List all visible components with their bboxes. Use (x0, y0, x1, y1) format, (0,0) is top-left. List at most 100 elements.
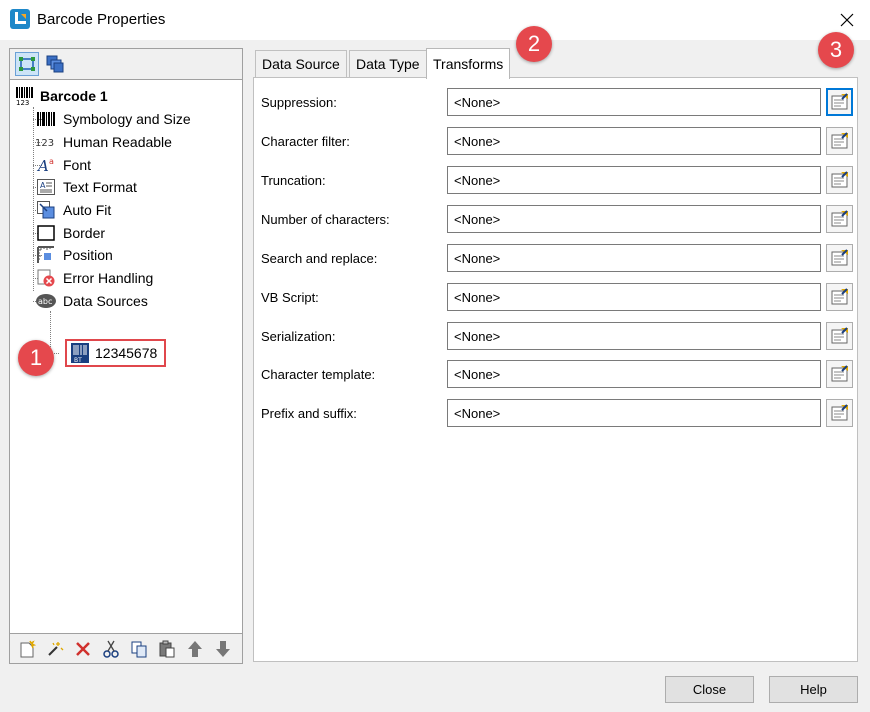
transform-row-vb-script: VB Script: <None> (254, 283, 857, 313)
tree-connector (33, 107, 34, 291)
scissors-icon (103, 640, 119, 658)
serialization-field[interactable]: <None> (447, 322, 821, 350)
tree-edit-toolbar (10, 633, 242, 663)
edit-properties-icon (831, 288, 848, 305)
edit-properties-icon (831, 365, 848, 382)
svg-text:123: 123 (16, 99, 29, 106)
tree-view-icon (19, 57, 35, 71)
cut-button[interactable] (100, 638, 122, 660)
border-icon (35, 224, 57, 242)
copy-icon (131, 641, 147, 658)
tree-item-symbology-and-size[interactable]: Symbology and Size (35, 108, 191, 130)
app-logo-icon (10, 9, 30, 29)
character-filter-label: Character filter: (261, 134, 350, 149)
character-template-label: Character template: (261, 367, 376, 382)
tree-view-button[interactable] (15, 52, 39, 76)
svg-text:BT: BT (74, 357, 82, 363)
font-icon: Aa (35, 156, 57, 174)
tree-item-text-format[interactable]: A Text Format (35, 176, 137, 198)
move-up-button[interactable] (184, 638, 206, 660)
suppression-edit-button[interactable] (826, 88, 853, 116)
error-handling-icon (35, 269, 57, 287)
serialization-label: Serialization: (261, 329, 336, 344)
character-template-field[interactable]: <None> (447, 360, 821, 388)
search-and-replace-field[interactable]: <None> (447, 244, 821, 272)
help-button[interactable]: Help (769, 676, 858, 703)
window-title: Barcode Properties (37, 11, 166, 28)
copy-button[interactable] (128, 638, 150, 660)
vb-script-edit-button[interactable] (826, 283, 853, 311)
prefix-and-suffix-field[interactable]: <None> (447, 399, 821, 427)
callout-badge-2: 2 (516, 26, 552, 62)
data-sources-icon: abc (35, 292, 57, 310)
suppression-field[interactable]: <None> (447, 88, 821, 116)
auto-fit-icon (35, 201, 57, 219)
tab-data-type[interactable]: Data Type (349, 50, 427, 77)
suppression-label: Suppression: (261, 95, 337, 110)
transforms-panel: Suppression: <None> Character filter: <N… (253, 77, 858, 662)
human-readable-123-icon: 123 (35, 133, 57, 151)
tree-item-font[interactable]: Aa Font (35, 154, 91, 176)
layers-icon (46, 55, 64, 73)
character-filter-field[interactable]: <None> (447, 127, 821, 155)
edit-properties-icon (831, 210, 848, 227)
barcode-123-icon: 123 (16, 87, 33, 106)
transform-row-prefix-and-suffix: Prefix and suffix: <None> (254, 399, 857, 429)
truncation-field[interactable]: <None> (447, 166, 821, 194)
serialization-edit-button[interactable] (826, 322, 853, 350)
edit-properties-icon (831, 171, 848, 188)
transform-row-number-of-characters: Number of characters: <None> (254, 205, 857, 235)
transform-row-truncation: Truncation: <None> (254, 166, 857, 196)
transform-row-character-filter: Character filter: <None> (254, 127, 857, 157)
magic-wand-icon (48, 642, 64, 656)
svg-text:a: a (49, 157, 54, 166)
prefix-and-suffix-label: Prefix and suffix: (261, 406, 357, 421)
truncation-edit-button[interactable] (826, 166, 853, 194)
svg-text:123: 123 (35, 138, 54, 149)
layers-view-button[interactable] (43, 52, 67, 76)
prefix-and-suffix-edit-button[interactable] (826, 399, 853, 427)
data-source-item[interactable]: BT 12345678 (65, 339, 166, 367)
new-button[interactable] (16, 638, 38, 660)
tree-item-auto-fit[interactable]: Auto Fit (35, 199, 111, 221)
close-button[interactable]: Close (665, 676, 754, 703)
delete-button[interactable] (72, 638, 94, 660)
barcode-icon (35, 110, 57, 128)
tree-item-border[interactable]: Border (35, 222, 105, 244)
transform-row-search-and-replace: Search and replace: <None> (254, 244, 857, 274)
character-filter-edit-button[interactable] (826, 127, 853, 155)
vb-script-field[interactable]: <None> (447, 283, 821, 311)
svg-text:abc: abc (38, 297, 52, 306)
number-of-characters-edit-button[interactable] (826, 205, 853, 233)
tab-transforms[interactable]: Transforms (426, 48, 511, 79)
title-bar: Barcode Properties (0, 0, 870, 40)
search-and-replace-label: Search and replace: (261, 251, 378, 266)
callout-badge-1: 1 (18, 340, 54, 376)
paste-button[interactable] (156, 638, 178, 660)
truncation-label: Truncation: (261, 173, 326, 188)
svg-text:A: A (36, 157, 49, 174)
callout-badge-3: 3 (818, 32, 854, 68)
delete-x-icon (76, 642, 90, 656)
tab-data-source[interactable]: Data Source (255, 50, 347, 77)
edit-properties-icon (831, 249, 848, 266)
edit-properties-icon (831, 132, 848, 149)
move-down-button[interactable] (212, 638, 234, 660)
arrow-up-icon (188, 641, 202, 657)
edit-properties-icon (831, 327, 848, 344)
arrow-down-icon (216, 641, 230, 657)
search-and-replace-edit-button[interactable] (826, 244, 853, 272)
tree-item-human-readable[interactable]: 123 Human Readable (35, 131, 172, 153)
data-source-bt-icon: BT (71, 343, 89, 363)
number-of-characters-field[interactable]: <None> (447, 205, 821, 233)
tree-item-error-handling[interactable]: Error Handling (35, 267, 153, 289)
wizard-button[interactable] (44, 638, 66, 660)
character-template-edit-button[interactable] (826, 360, 853, 388)
paste-icon (159, 640, 175, 658)
tree-item-data-sources[interactable]: abc Data Sources (35, 290, 148, 312)
tree-root-label: Barcode 1 (40, 88, 108, 104)
tree-root-barcode[interactable]: 123 Barcode 1 (15, 85, 108, 107)
new-document-icon (20, 640, 36, 658)
tree-item-position[interactable]: Position (35, 244, 113, 266)
svg-text:A: A (40, 181, 46, 190)
